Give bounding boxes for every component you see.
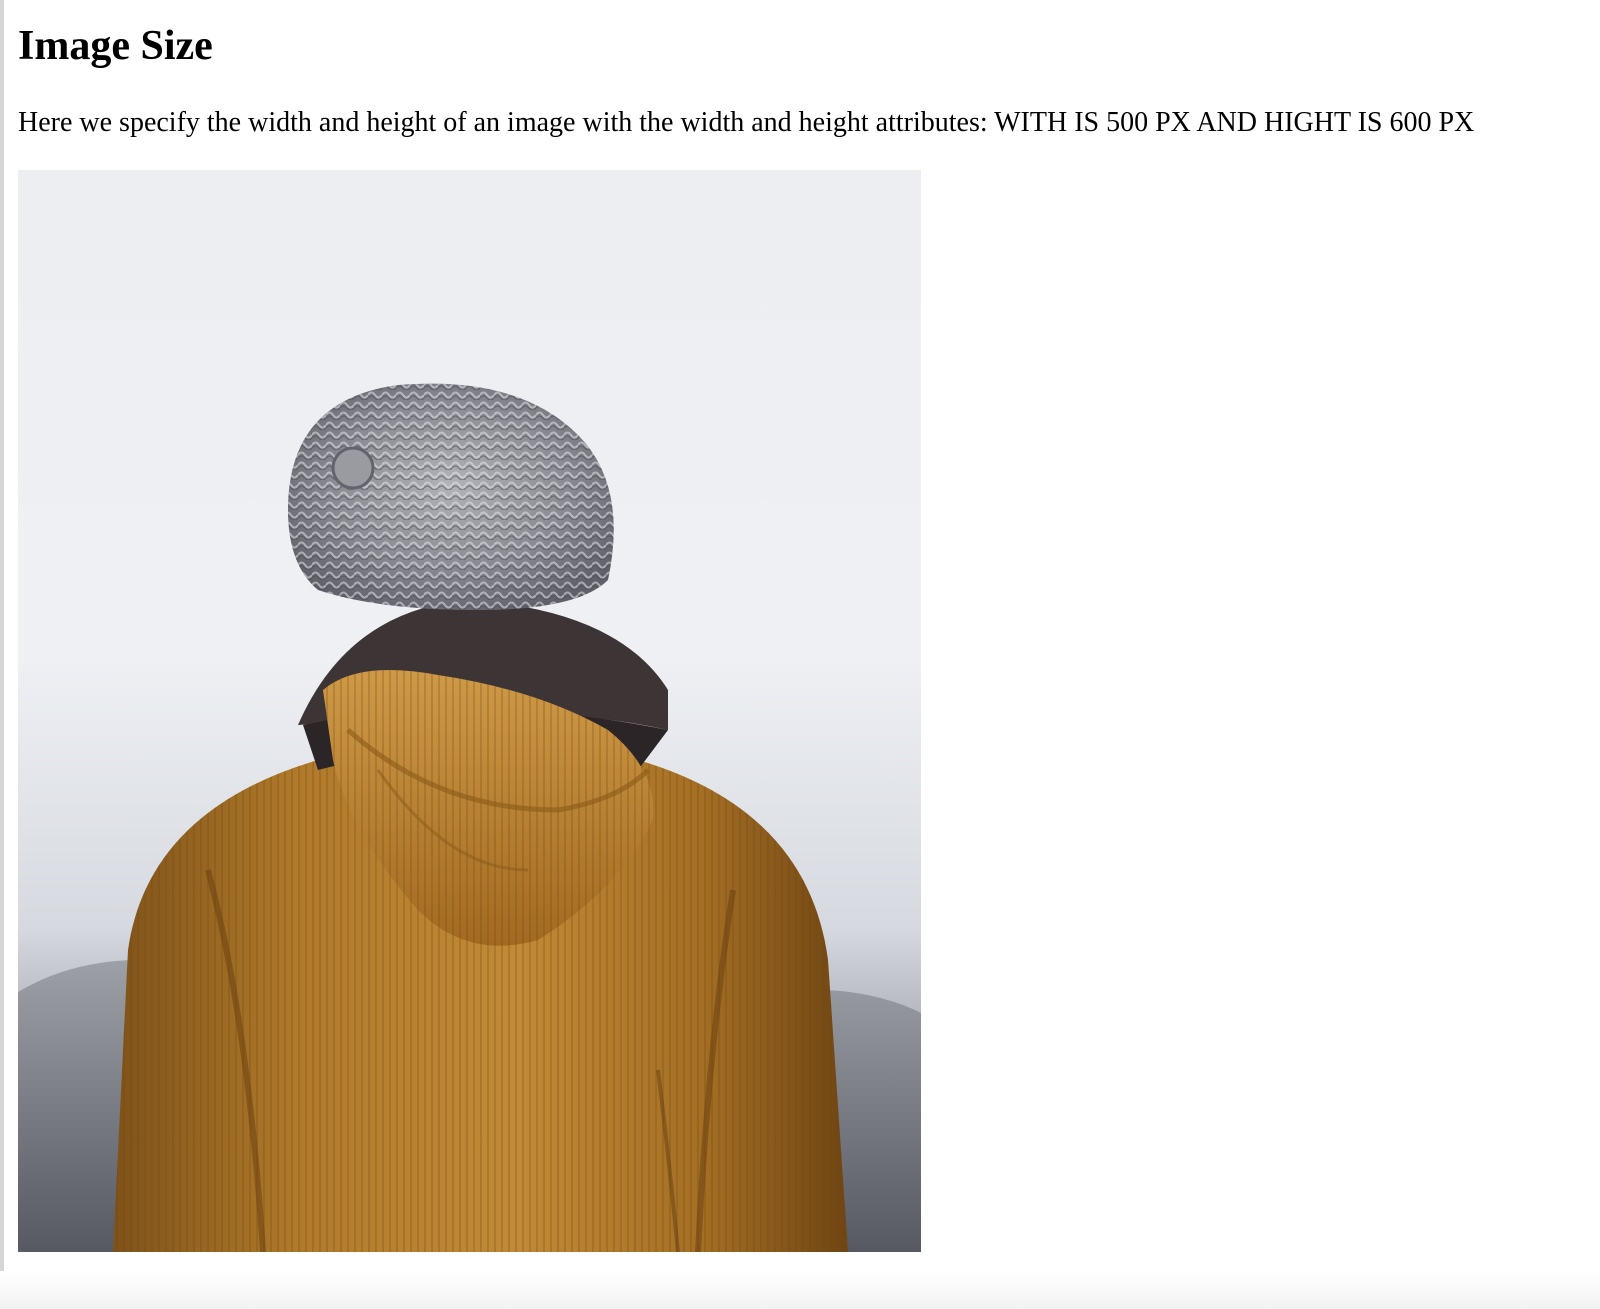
window-bottom-bar: [0, 1271, 1600, 1309]
page-title: Image Size: [18, 23, 213, 69]
window-left-edge: [0, 0, 4, 1309]
person-photo: [18, 170, 921, 1252]
page-description: Here we specify the width and height of …: [18, 107, 1475, 138]
